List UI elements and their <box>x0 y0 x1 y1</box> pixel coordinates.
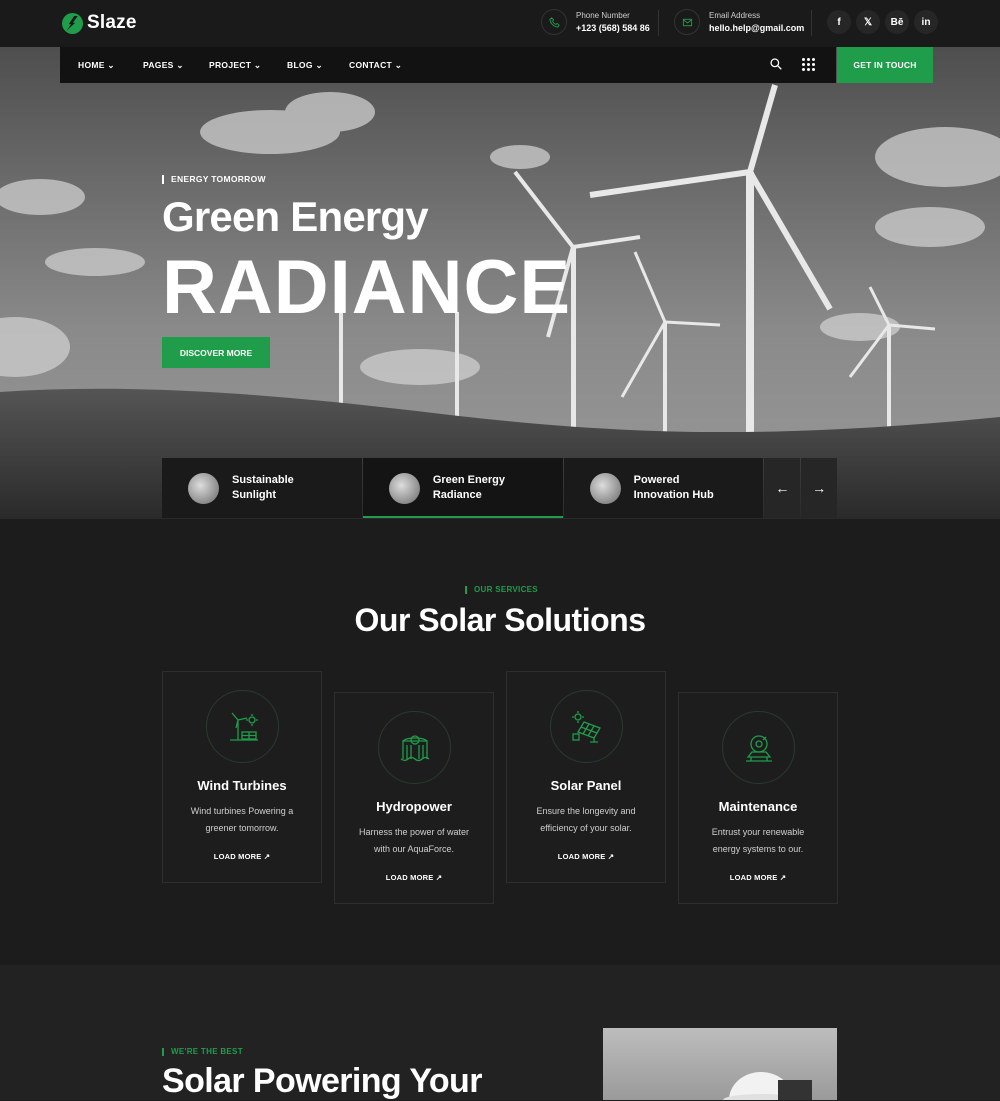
hero-slide-tabs: Sustainable Sunlight Green Energy Radian… <box>162 458 838 518</box>
worker-image <box>603 1028 837 1100</box>
prev-slide-arrow-icon[interactable]: ← <box>764 458 801 518</box>
slide-tab-green-energy-radiance[interactable]: Green Energy Radiance <box>362 458 563 518</box>
service-card-text: Wind turbines Powering a greener tomorro… <box>190 806 294 833</box>
service-card-text: Entrust your renewable energy systems to… <box>711 827 805 854</box>
grid-menu-icon[interactable] <box>802 58 815 71</box>
phone-contact[interactable]: Phone Number +123 (568) 584 86 <box>541 9 650 35</box>
hero-section: ENERGY TOMORROW Green Energy RADIANCE DI… <box>0 47 1000 519</box>
chevron-down-icon: ⌄ <box>394 60 403 70</box>
slide-tab-sustainable-sunlight[interactable]: Sustainable Sunlight <box>162 458 362 518</box>
slide-thumbnail <box>589 472 621 504</box>
about-eyebrow: WE'RE THE BEST <box>162 1048 243 1056</box>
service-card-text: Harness the power of water with our Aqua… <box>358 827 470 854</box>
discover-more-button[interactable]: DISCOVER MORE <box>162 337 270 368</box>
linkedin-icon[interactable]: in <box>914 10 938 34</box>
email-label: Email Address <box>709 11 761 20</box>
email-value: hello.help@gmail.com <box>709 23 805 33</box>
facebook-icon[interactable]: f <box>827 10 851 34</box>
next-slide-arrow-icon[interactable]: → <box>801 458 838 518</box>
top-bar: Slaze Phone Number +123 (568) 584 86 Ema… <box>0 0 1000 47</box>
email-icon <box>674 9 700 35</box>
nav-item-home[interactable]: HOME ⌄ <box>78 60 115 71</box>
hero-title-line1: Green Energy <box>162 193 429 240</box>
slide-thumbnail <box>188 472 219 504</box>
slide-tab-powered-innovation-hub[interactable]: Powered Innovation Hub <box>563 458 764 518</box>
phone-label: Phone Number <box>576 11 630 20</box>
maintenance-icon <box>722 711 795 784</box>
search-icon[interactable] <box>769 57 783 71</box>
services-eyebrow: OUR SERVICES <box>465 586 538 594</box>
service-card-text: Ensure the longevity and efficiency of y… <box>536 806 636 833</box>
phone-icon <box>541 9 567 35</box>
slide-tab-label: Sustainable Sunlight <box>232 474 294 501</box>
service-card-title: Solar Panel <box>550 778 622 793</box>
nav-item-project[interactable]: PROJECT ⌄ <box>209 60 261 71</box>
email-contact[interactable]: Email Address hello.help@gmail.com <box>674 9 804 35</box>
load-more-link[interactable]: LOAD MORE ↗ <box>679 873 837 882</box>
service-card-title: Maintenance <box>718 799 798 814</box>
service-card-wind-turbines[interactable]: Wind Turbines Wind turbines Powering a g… <box>162 671 322 883</box>
divider <box>658 10 659 36</box>
x-twitter-icon[interactable]: 𝕏 <box>856 10 880 34</box>
chevron-down-icon: ⌄ <box>107 60 115 70</box>
slide-tab-label: Green Energy Radiance <box>432 474 505 501</box>
slide-thumbnail <box>388 472 420 504</box>
logo-text: Slaze <box>87 12 137 33</box>
service-card-title: Hydropower <box>376 799 452 814</box>
bolt-icon <box>62 12 83 34</box>
chevron-down-icon: ⌄ <box>176 60 184 70</box>
main-nav: HOME ⌄ PAGES ⌄ PROJECT ⌄ BLOG ⌄ CONTACT … <box>60 47 836 83</box>
get-in-touch-button[interactable]: GET IN TOUCH <box>837 47 933 83</box>
load-more-link[interactable]: LOAD MORE ↗ <box>507 852 665 861</box>
phone-value: +123 (568) 584 86 <box>576 23 650 33</box>
nav-item-contact[interactable]: CONTACT ⌄ <box>349 60 402 71</box>
wind-turbine-icon <box>206 690 279 763</box>
load-more-link[interactable]: LOAD MORE ↗ <box>335 873 493 882</box>
divider <box>811 10 812 36</box>
chevron-down-icon: ⌄ <box>253 60 262 70</box>
nav-item-pages[interactable]: PAGES ⌄ <box>143 60 184 71</box>
nav-item-blog[interactable]: BLOG ⌄ <box>287 60 323 71</box>
hero-title-line2: RADIANCE <box>162 245 572 330</box>
hero-eyebrow: ENERGY TOMORROW <box>162 175 266 184</box>
service-card-solar-panel[interactable]: Solar Panel Ensure the longevity and eff… <box>506 671 666 883</box>
solar-panel-icon <box>550 690 623 763</box>
chevron-down-icon: ⌄ <box>315 60 323 70</box>
social-links: f 𝕏 Bē in <box>827 10 938 34</box>
behance-icon[interactable]: Bē <box>885 10 909 34</box>
load-more-link[interactable]: LOAD MORE ↗ <box>163 852 321 861</box>
services-title: Our Solar Solutions <box>354 602 646 638</box>
about-title: Solar Powering Your <box>162 1062 482 1100</box>
logo[interactable]: Slaze <box>62 12 137 34</box>
about-section <box>0 965 1000 1100</box>
hydropower-icon <box>378 711 451 784</box>
service-card-maintenance[interactable]: Maintenance Entrust your renewable energ… <box>678 692 838 904</box>
service-card-title: Wind Turbines <box>197 778 287 793</box>
service-card-hydropower[interactable]: Hydropower Harness the power of water wi… <box>334 692 494 904</box>
slide-tab-label: Powered Innovation Hub <box>633 474 714 501</box>
hard-hat-icon <box>723 1072 812 1100</box>
